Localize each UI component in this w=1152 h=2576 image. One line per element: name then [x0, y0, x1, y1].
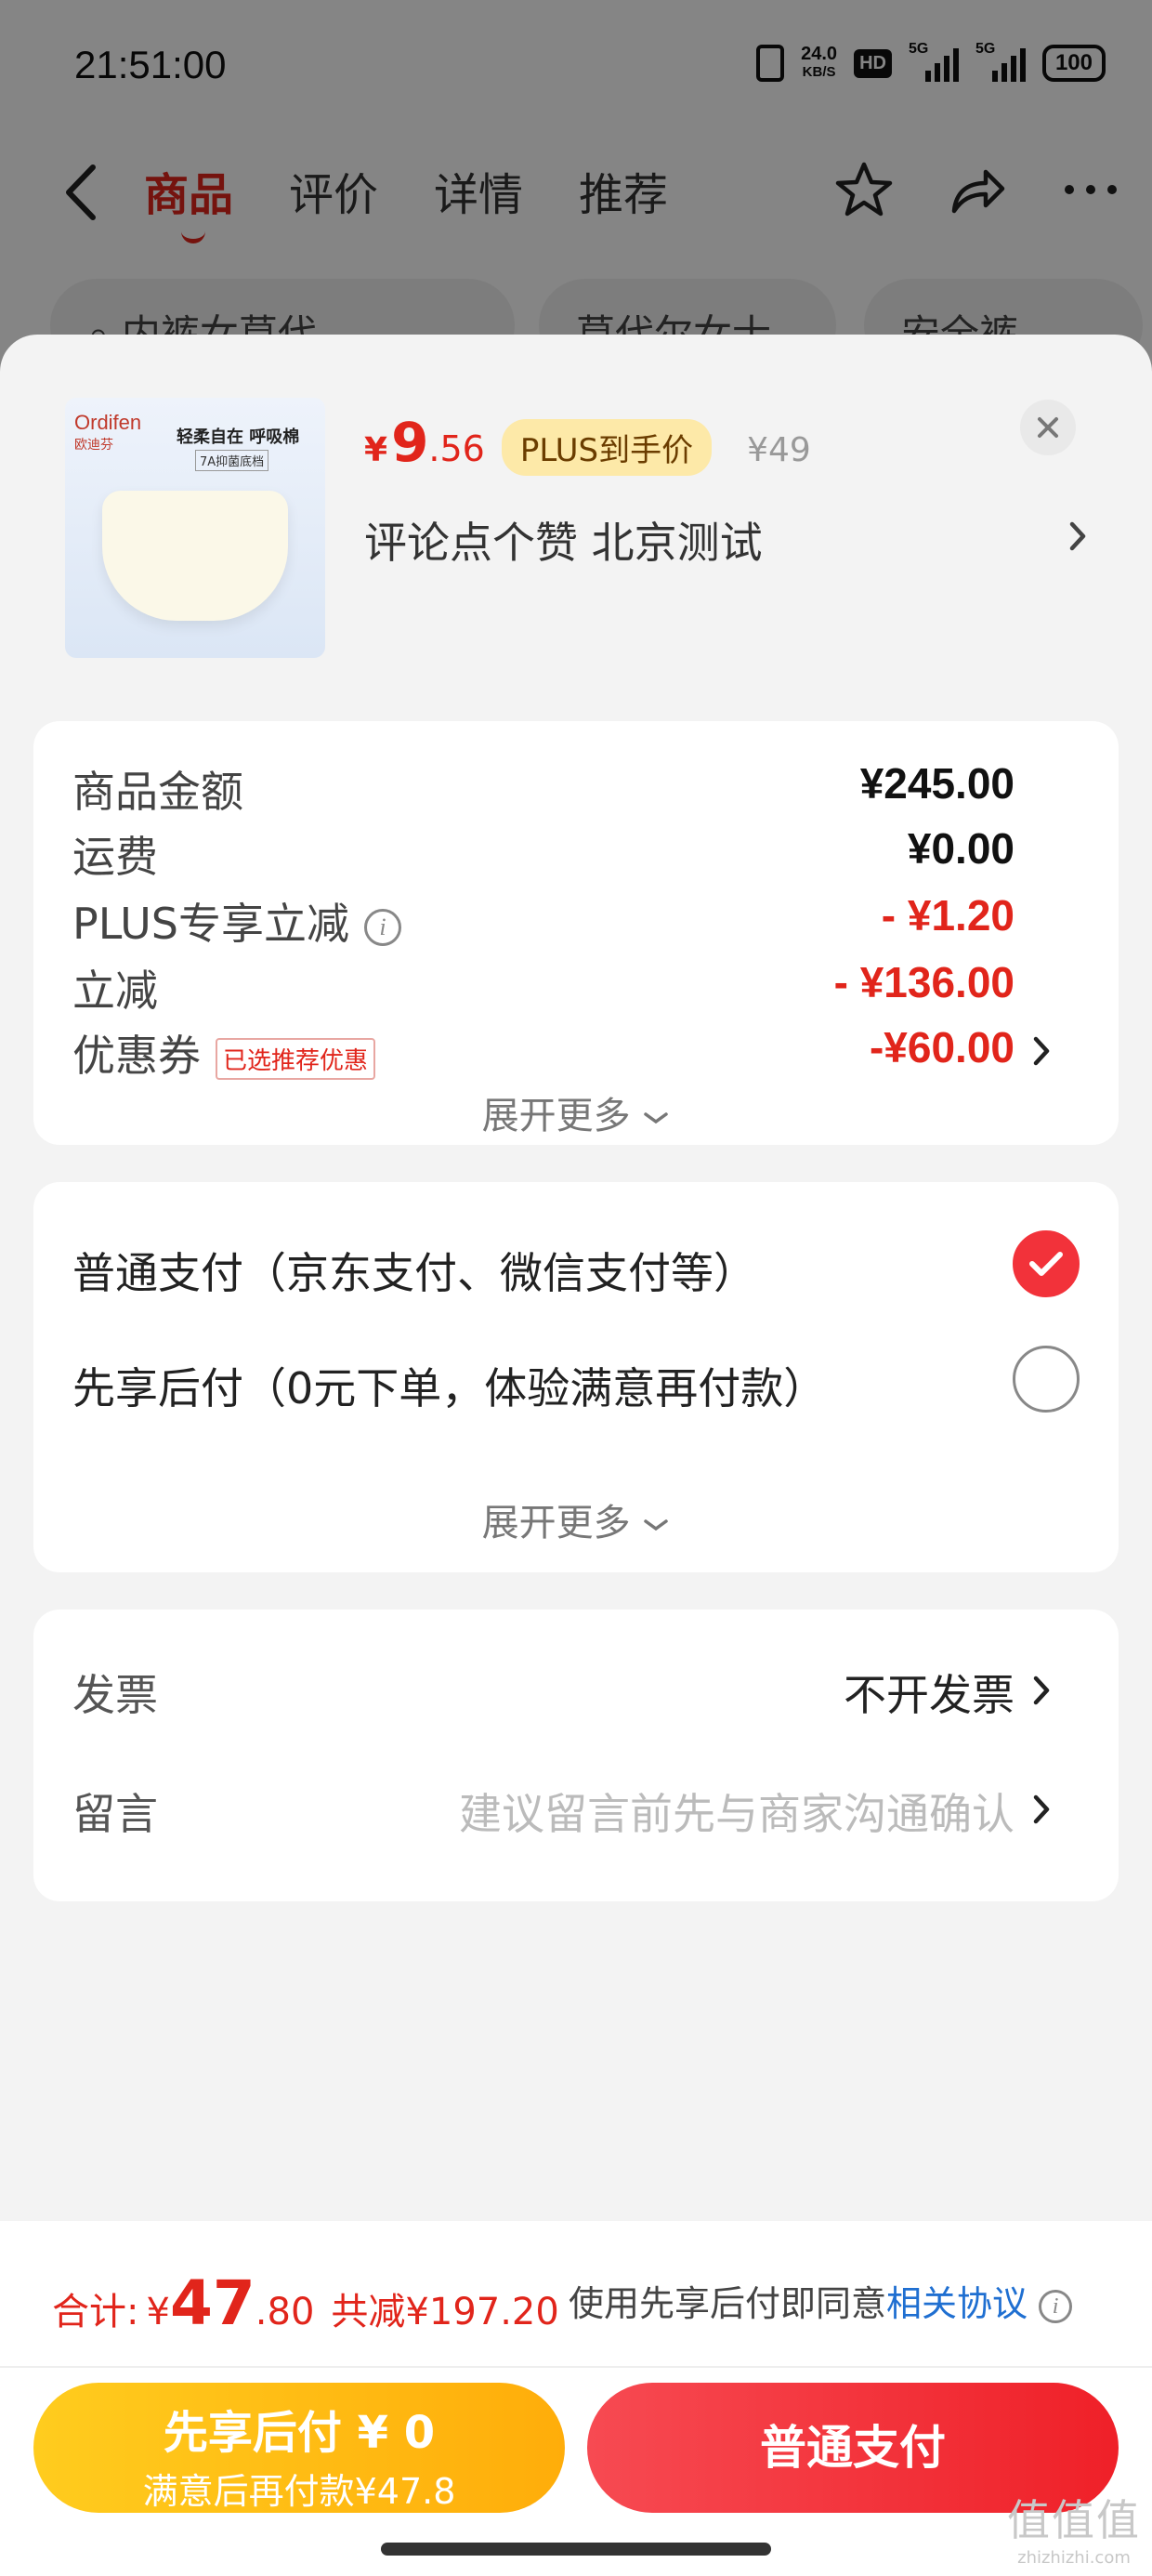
row-invoice[interactable]: 发票 不开发票: [72, 1662, 1080, 1720]
agreement-prefix: 使用先享后付即同意: [569, 2283, 887, 2324]
price-line: ¥ 9 .56 PLUS到手价 ¥49: [364, 411, 811, 476]
check-icon: [1029, 1252, 1063, 1276]
product-image-tag: 7A抑菌底档: [195, 450, 269, 471]
chevron-right-icon: [1033, 1794, 1050, 1824]
pay-later-button[interactable]: 先享后付 ¥ 0 满意后再付款¥47.8: [33, 2383, 565, 2513]
expand-more-label: 展开更多: [481, 1095, 631, 1137]
product-thumbnail: Ordifen 欧迪芬 轻柔自在 呼吸棉 7A抑菌底档: [65, 398, 325, 658]
expand-more-button-2[interactable]: 展开更多: [33, 1492, 1119, 1546]
row-coupon[interactable]: 优惠券 已选推荐优惠 -¥60.00: [72, 1022, 1080, 1081]
shipping-value: ¥0.00: [907, 824, 1015, 873]
product-header: Ordifen 欧迪芬 轻柔自在 呼吸棉 7A抑菌底档 ¥ 9 .56 PLUS…: [0, 335, 1152, 697]
invoice-label: 发票: [72, 1670, 158, 1720]
total-saving: 共减¥197.20: [331, 2291, 559, 2333]
checkout-bottom-bar: 合计: ¥ 47 .80 共减¥197.20 使用先享后付即同意相关协议 i 先享…: [0, 2221, 1152, 2576]
watermark-logo: 值值值 zhizhizhi.com: [1007, 2496, 1141, 2572]
goods-amount-value: ¥245.00: [859, 759, 1015, 808]
chevron-right-icon: [1033, 1036, 1050, 1066]
price-integer: 9: [391, 411, 429, 474]
underwear-image: [102, 491, 288, 621]
plus-discount-label: PLUS专享立减: [72, 899, 349, 949]
radio-unchecked[interactable]: [1013, 1346, 1080, 1413]
original-price: ¥49: [747, 431, 811, 469]
amount-summary-card: 商品金额 ¥245.00 运费 ¥0.00 PLUS专享立减 i - ¥1.20 …: [33, 721, 1119, 1145]
plus-discount-value: - ¥1.20: [881, 891, 1015, 940]
price-symbol: ¥: [364, 431, 388, 469]
agreement-link[interactable]: 相关协议: [886, 2283, 1028, 2324]
normal-pay-button[interactable]: 普通支付: [587, 2383, 1119, 2513]
product-spec[interactable]: 评论点个赞 北京测试: [364, 509, 763, 571]
checkout-screen: 21:51:00 24.0 KB/S HD 5G 5G 100 商品 评价 详情…: [0, 0, 1152, 2576]
pay-later-button-line1: 先享后付 ¥ 0: [163, 2407, 436, 2459]
watermark-logo-text: 值值值: [1007, 2495, 1141, 2545]
plus-discount-label-wrap: PLUS专享立减 i: [72, 890, 401, 952]
chevron-right-icon: [1033, 1676, 1050, 1705]
expand-more-label-2: 展开更多: [481, 1502, 631, 1544]
chevron-down-icon: [644, 1112, 669, 1124]
coupon-label-wrap: 优惠券 已选推荐优惠: [72, 1022, 376, 1084]
info-icon[interactable]: i: [1039, 2289, 1073, 2323]
product-brand: Ordifen: [74, 411, 142, 434]
agreement-text: 使用先享后付即同意相关协议 i: [569, 2275, 1073, 2326]
product-brand-cn: 欧迪芬: [74, 438, 113, 453]
divider: [0, 2366, 1152, 2368]
info-icon[interactable]: i: [363, 908, 401, 946]
total-symbol: ¥: [146, 2291, 170, 2333]
price-decimal: .56: [428, 428, 485, 469]
close-icon: [1038, 417, 1058, 438]
total-decimal: .80: [255, 2291, 315, 2333]
total-integer: 47: [169, 2267, 255, 2339]
note-placeholder[interactable]: 建议留言前先与商家沟通确认: [459, 1781, 1015, 1842]
coupon-recommend-tag: 已选推荐优惠: [216, 1038, 376, 1080]
row-instant-discount: 立减 - ¥136.00: [72, 957, 1080, 1016]
coupon-label: 优惠券: [72, 1031, 201, 1081]
watermark-site: zhizhizhi.com: [1017, 2548, 1131, 2568]
payment-option-normal-label: 普通支付（京东支付、微信支付等）: [72, 1248, 756, 1298]
row-plus-discount: PLUS专享立减 i - ¥1.20: [72, 890, 1080, 949]
radio-checked[interactable]: [1013, 1230, 1080, 1297]
instant-discount-label: 立减: [72, 966, 158, 1016]
payment-option-pay-later[interactable]: 先享后付（0元下单，体验满意再付款）: [72, 1346, 1080, 1420]
instant-discount-value: - ¥136.00: [833, 958, 1015, 1006]
row-goods-amount: 商品金额 ¥245.00: [72, 758, 1080, 817]
row-note[interactable]: 留言 建议留言前先与商家沟通确认: [72, 1781, 1080, 1839]
invoice-note-card: 发票 不开发票 留言 建议留言前先与商家沟通确认: [33, 1610, 1119, 1901]
coupon-value: -¥60.00: [869, 1023, 1015, 1071]
chevron-right-icon[interactable]: [1059, 513, 1096, 559]
product-slogan: 轻柔自在 呼吸棉: [177, 427, 300, 447]
pay-later-button-line2: 满意后再付款¥47.8: [142, 2471, 456, 2512]
payment-option-normal[interactable]: 普通支付（京东支付、微信支付等）: [72, 1230, 1080, 1305]
total-label: 合计:: [52, 2291, 139, 2333]
invoice-value: 不开发票: [844, 1670, 1015, 1720]
row-shipping: 运费 ¥0.00: [72, 823, 1080, 882]
plus-price-badge: PLUS到手价: [501, 419, 713, 476]
home-indicator[interactable]: [381, 2543, 771, 2556]
shipping-label: 运费: [72, 832, 158, 882]
goods-amount-label: 商品金额: [72, 767, 243, 817]
total-line: 合计: ¥ 47 .80 共减¥197.20: [52, 2267, 559, 2339]
chevron-down-icon: [644, 1519, 669, 1531]
note-label: 留言: [72, 1789, 158, 1839]
close-button[interactable]: [1020, 400, 1076, 455]
expand-more-button[interactable]: 展开更多: [33, 1085, 1119, 1139]
payment-option-pay-later-label: 先享后付（0元下单，体验满意再付款）: [72, 1363, 827, 1413]
payment-method-card: 普通支付（京东支付、微信支付等） 先享后付（0元下单，体验满意再付款） 展开更多: [33, 1182, 1119, 1572]
